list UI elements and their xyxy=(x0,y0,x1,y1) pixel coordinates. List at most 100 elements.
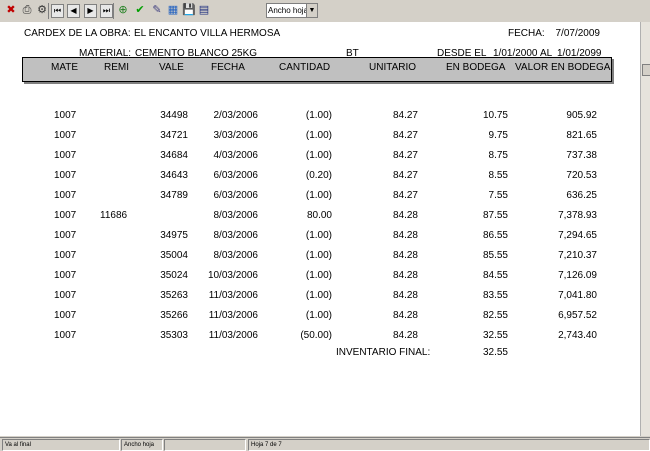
vertical-scrollbar[interactable] xyxy=(640,22,650,436)
status-cell-hint: Va al final xyxy=(2,439,120,451)
cell-vale: 34498 xyxy=(160,110,188,121)
table-row: 1007 35266 11/03/2006 (1.00) 84.28 82.55 6,957… xyxy=(0,310,640,328)
cell-en-bodega: 7.55 xyxy=(488,190,508,201)
table-row: 1007 34643 6/03/2006 (0.20) 84.27 8.55 720.53 xyxy=(0,170,640,188)
cell-unitario: 84.28 xyxy=(392,210,418,221)
cell-valor: 7,294.65 xyxy=(558,230,597,241)
cell-cantidad: (0.20) xyxy=(305,170,332,181)
cell-unitario: 84.27 xyxy=(392,170,418,181)
brush-icon[interactable]: ✎ xyxy=(150,3,164,17)
col-header-unitario: UNITARIO xyxy=(369,62,417,73)
grid-icon[interactable]: ▦ xyxy=(166,3,180,17)
print-icon[interactable]: ⎙ xyxy=(20,3,34,17)
cell-cantidad: (1.00) xyxy=(305,230,332,241)
check-icon[interactable]: ✔ xyxy=(133,3,147,17)
cell-vale: 34643 xyxy=(160,170,188,181)
status-cell-page: Hoja 7 de 7 xyxy=(248,439,650,451)
toolbar-separator xyxy=(113,3,114,19)
cell-vale: 35004 xyxy=(160,250,188,261)
col-header-vale: VALE xyxy=(159,62,184,73)
cell-en-bodega: 87.55 xyxy=(482,210,508,221)
cell-cantidad: (1.00) xyxy=(305,290,332,301)
cell-mate: 1007 xyxy=(54,170,77,181)
cell-mate: 1007 xyxy=(54,190,77,201)
cell-fecha: 2/03/2006 xyxy=(213,110,259,121)
save-icon[interactable]: 💾 xyxy=(182,3,196,17)
cell-mate: 1007 xyxy=(54,310,77,321)
cell-mate: 1007 xyxy=(54,230,77,241)
col-header-remi: REMI xyxy=(104,62,129,73)
cell-en-bodega: 84.55 xyxy=(482,270,508,281)
cell-vale: 34721 xyxy=(160,130,188,141)
cell-mate: 1007 xyxy=(54,210,77,221)
cell-cantidad: (1.00) xyxy=(305,310,332,321)
col-header-fecha: FECHA xyxy=(211,62,245,73)
cell-vale: 35303 xyxy=(160,330,188,341)
cell-vale: 35263 xyxy=(160,290,188,301)
obra-value: EL ENCANTO VILLA HERMOSA xyxy=(134,28,281,39)
status-cell-empty xyxy=(164,439,246,451)
cell-en-bodega: 8.75 xyxy=(488,150,508,161)
fecha-value: 7/07/2009 xyxy=(555,28,601,39)
cell-fecha: 11/03/2006 xyxy=(208,310,258,321)
cell-unitario: 84.28 xyxy=(392,250,418,261)
cell-en-bodega: 83.55 xyxy=(482,290,508,301)
cell-valor: 2,743.40 xyxy=(558,330,597,341)
table-row: 1007 34498 2/03/2006 (1.00) 84.27 10.75 905.92 xyxy=(0,110,640,128)
table-row: 1007 34684 4/03/2006 (1.00) 84.27 8.75 737.38 xyxy=(0,150,640,168)
cell-unitario: 84.27 xyxy=(392,190,418,201)
cell-cantidad: (1.00) xyxy=(305,270,332,281)
cell-mate: 1007 xyxy=(54,130,77,141)
chevron-down-icon[interactable]: ▼ xyxy=(306,4,317,17)
cell-valor: 821.65 xyxy=(566,130,597,141)
cell-cantidad: (50.00) xyxy=(300,330,332,341)
cell-vale: 35266 xyxy=(160,310,188,321)
table-row: 1007 35303 11/03/2006 (50.00) 84.28 32.55 2,74… xyxy=(0,330,640,348)
last-page-icon[interactable]: ⏭ xyxy=(100,4,113,18)
cell-fecha: 3/03/2006 xyxy=(213,130,259,141)
cell-mate: 1007 xyxy=(54,270,77,281)
cell-cantidad: (1.00) xyxy=(305,110,332,121)
cell-unitario: 84.27 xyxy=(392,150,418,161)
cell-valor: 7,210.37 xyxy=(558,250,597,261)
cell-fecha: 11/03/2006 xyxy=(208,330,258,341)
cell-cantidad: (1.00) xyxy=(305,190,332,201)
cell-fecha: 8/03/2006 xyxy=(213,250,259,261)
preview-toolbar: ✖ ⎙ ⚙ ⏮ ◀ ▶ ⏭ ⊕ ✔ ✎ ▦ 💾 ▤ Ancho hoja ▼ xyxy=(0,0,650,23)
cell-en-bodega: 9.75 xyxy=(488,130,508,141)
cell-vale: 34684 xyxy=(160,150,188,161)
col-header-en-bodega: EN BODEGA xyxy=(446,62,506,73)
cell-unitario: 84.28 xyxy=(392,330,418,341)
cell-valor: 636.25 xyxy=(566,190,597,201)
cell-mate: 1007 xyxy=(54,250,77,261)
print-setup-icon[interactable]: ⚙ xyxy=(35,3,49,17)
cell-en-bodega: 86.55 xyxy=(482,230,508,241)
table-row: 1007 34789 6/03/2006 (1.00) 84.27 7.55 636.25 xyxy=(0,190,640,208)
close-icon[interactable]: ✖ xyxy=(4,3,18,17)
cell-en-bodega: 85.55 xyxy=(482,250,508,261)
cell-fecha: 4/03/2006 xyxy=(213,150,259,161)
cell-valor: 7,378.93 xyxy=(558,210,597,221)
scrollbar-thumb[interactable] xyxy=(642,64,650,76)
cell-unitario: 84.28 xyxy=(392,290,418,301)
inventario-label: INVENTARIO FINAL: xyxy=(336,347,431,358)
cell-en-bodega: 32.55 xyxy=(482,330,508,341)
cell-unitario: 84.28 xyxy=(392,230,418,241)
next-page-icon[interactable]: ▶ xyxy=(84,4,97,18)
export-icon[interactable]: ▤ xyxy=(197,3,211,17)
cell-cantidad: (1.00) xyxy=(305,130,332,141)
cell-valor: 7,126.09 xyxy=(558,270,597,281)
first-page-icon[interactable]: ⏮ xyxy=(51,4,64,18)
table-row: 1007 34721 3/03/2006 (1.00) 84.27 9.75 821.65 xyxy=(0,130,640,148)
zoom-icon[interactable]: ⊕ xyxy=(116,3,130,17)
table-row: 1007 35263 11/03/2006 (1.00) 84.28 83.55 7,041… xyxy=(0,290,640,308)
cell-cantidad: (1.00) xyxy=(305,150,332,161)
prev-page-icon[interactable]: ◀ xyxy=(67,4,80,18)
cell-mate: 1007 xyxy=(54,150,77,161)
report-page: CARDEX DE LA OBRA: EL ENCANTO VILLA HERM… xyxy=(0,22,640,436)
inventario-value: 32.55 xyxy=(482,347,508,358)
cell-valor: 905.92 xyxy=(566,110,597,121)
cell-valor: 737.38 xyxy=(566,150,597,161)
zoom-select[interactable]: Ancho hoja ▼ xyxy=(266,3,318,18)
col-header-cantidad: CANTIDAD xyxy=(279,62,331,73)
